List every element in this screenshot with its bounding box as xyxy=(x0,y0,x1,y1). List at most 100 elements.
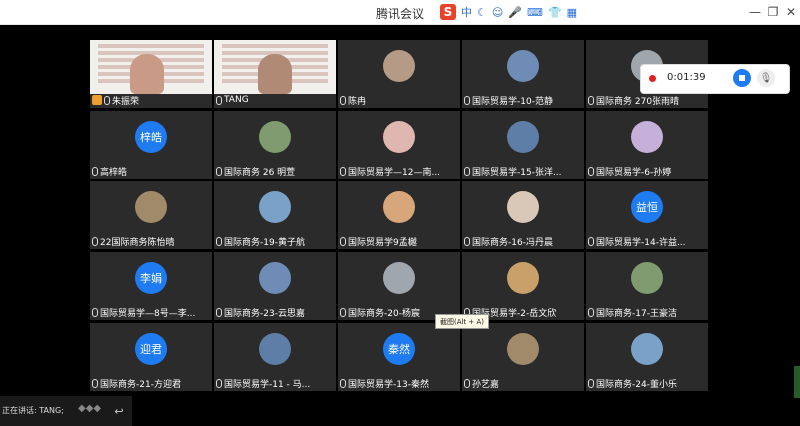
keyboard-icon[interactable]: ⌨ xyxy=(527,6,543,19)
mic-icon xyxy=(340,378,346,388)
title-bar: 腾讯会议 S 中 ☾ ☺ 🎤 ⌨ 👕 ▦ — ❐ ✕ xyxy=(0,0,800,25)
screenshot-tooltip: 截图(Alt + A) xyxy=(435,314,489,329)
avatar xyxy=(259,262,291,294)
grid-icon[interactable]: ▦ xyxy=(567,6,577,19)
participant-name-bar: 国际贸易学-10-范静 xyxy=(464,93,582,107)
participant-name: 孙艺嘉 xyxy=(472,379,500,390)
mic-icon[interactable]: 🎤 xyxy=(508,6,522,19)
participant-name: 国际商务-21-方迎君 xyxy=(100,379,181,390)
recording-time: 0:01:39 xyxy=(667,72,706,83)
minimize-button[interactable]: — xyxy=(746,3,764,21)
participant-name-bar: 国际商务-21-方迎君 xyxy=(92,376,210,390)
participant-tile[interactable]: 迎君 国际商务-21-方迎君 xyxy=(90,323,212,391)
mic-icon xyxy=(464,236,470,246)
avatar-initials: 梓皓 xyxy=(135,121,167,153)
recording-widget: 0:01:39 🎙 xyxy=(640,64,790,94)
mute-mic-button[interactable]: 🎙 xyxy=(757,69,775,87)
close-button[interactable]: ✕ xyxy=(782,3,800,21)
sogou-logo-icon[interactable]: S xyxy=(440,4,456,20)
participant-tile[interactable]: 国际贸易学-15-张洋... xyxy=(462,111,584,179)
participant-tile[interactable]: 国际商务-17-王豪洁 xyxy=(586,252,708,320)
participant-name-bar: 22国际商务陈怡晴 xyxy=(92,234,210,248)
mic-icon xyxy=(588,236,594,246)
participant-name: 高梓皓 xyxy=(100,167,128,178)
participant-name: 国际商务-24-董小乐 xyxy=(596,379,677,390)
ime-toolbar[interactable]: S 中 ☾ ☺ 🎤 ⌨ 👕 ▦ xyxy=(440,3,577,21)
participant-name: 国际商务 270张雨晴 xyxy=(596,96,680,107)
emoji-icon[interactable]: ☺ xyxy=(492,6,503,19)
participant-name-bar: 国际商务-23-云思嘉 xyxy=(216,305,334,319)
participant-name-bar: 高梓皓 xyxy=(92,164,210,178)
ime-lang[interactable]: 中 xyxy=(461,4,472,20)
participant-name-bar: 国际商务-24-董小乐 xyxy=(588,376,706,390)
moon-icon[interactable]: ☾ xyxy=(477,6,487,19)
avatar xyxy=(507,262,539,294)
participant-name-bar: 国际贸易学-6-孙婷 xyxy=(588,164,706,178)
stop-recording-button[interactable] xyxy=(733,69,751,87)
participant-name: 朱振荣 xyxy=(112,96,140,107)
participant-tile[interactable]: 国际贸易学-2-岳文欣 xyxy=(462,252,584,320)
participant-name: 国际商务-23-云思嘉 xyxy=(224,308,305,319)
back-icon[interactable]: ↩ xyxy=(110,402,128,420)
window-title: 腾讯会议 xyxy=(375,7,424,21)
avatar xyxy=(507,333,539,365)
avatar xyxy=(259,191,291,223)
participant-tile[interactable]: 朱振荣 xyxy=(90,40,212,108)
participant-name-bar: 国际贸易学—12—南... xyxy=(340,164,458,178)
participant-name-bar: 孙艺嘉 xyxy=(464,376,582,390)
avatar xyxy=(383,121,415,153)
restore-button[interactable]: ❐ xyxy=(764,3,782,21)
participant-name-bar: 国际贸易学-14-许益... xyxy=(588,234,706,248)
participant-name-bar: 朱振荣 xyxy=(92,93,210,107)
participant-tile[interactable]: 益恒 国际贸易学-14-许益... xyxy=(586,181,708,249)
mic-icon xyxy=(464,378,470,388)
participant-tile[interactable]: TANG xyxy=(214,40,336,108)
participant-tile[interactable]: 国际贸易学-10-范静 xyxy=(462,40,584,108)
mic-icon xyxy=(216,307,222,317)
participant-name: 国际商务-17-王豪洁 xyxy=(596,308,677,319)
side-handle[interactable] xyxy=(794,366,800,398)
participant-tile[interactable]: 22国际商务陈怡晴 xyxy=(90,181,212,249)
participant-tile[interactable]: 国际贸易学-11 - 马... xyxy=(214,323,336,391)
participant-tile[interactable]: 梓皓高梓皓 xyxy=(90,111,212,179)
record-dot-icon xyxy=(649,75,656,82)
mic-icon xyxy=(588,95,594,105)
participant-tile[interactable]: 国际商务-23-云思嘉 xyxy=(214,252,336,320)
participant-name-bar: 国际商务 270张雨晴 xyxy=(588,93,706,107)
participant-name: 国际贸易学-10-范静 xyxy=(472,96,553,107)
participant-tile[interactable]: 国际商务-19-黄子航 xyxy=(214,181,336,249)
avatar xyxy=(507,50,539,82)
participant-tile[interactable]: 国际贸易学—12—南... xyxy=(338,111,460,179)
participant-tile[interactable]: 国际商务-20-杨宸 xyxy=(338,252,460,320)
participant-name: 国际贸易学-14-许益... xyxy=(596,237,686,248)
mic-icon xyxy=(92,378,98,388)
participant-name: 国际商务-19-黄子航 xyxy=(224,237,305,248)
participant-tile[interactable]: 秦然 国际贸易学-13-秦然 xyxy=(338,323,460,391)
participant-tile[interactable]: 国际贸易学-6-孙婷 xyxy=(586,111,708,179)
mic-icon xyxy=(588,378,594,388)
participant-name: 22国际商务陈怡晴 xyxy=(100,237,175,248)
shirt-icon[interactable]: 👕 xyxy=(548,6,562,19)
mic-icon xyxy=(216,166,222,176)
participant-name: 国际贸易学-13-秦然 xyxy=(348,379,429,390)
participant-name-bar: 国际商务-17-王豪洁 xyxy=(588,305,706,319)
participant-tile[interactable]: 孙艺嘉 xyxy=(462,323,584,391)
participant-tile[interactable]: 李娟 国际贸易学—8号—李... xyxy=(90,252,212,320)
participant-name-bar: 国际贸易学-15-张洋... xyxy=(464,164,582,178)
participant-grid: 朱振荣 TANG 陈冉 国际贸易学-10-范静 国际商务 270张雨晴 梓皓 高梓皓 国际商务… xyxy=(90,40,710,392)
participant-tile[interactable]: 国际商务-16-冯丹晨 xyxy=(462,181,584,249)
participant-name: 国际贸易学-6-孙婷 xyxy=(596,167,672,178)
participant-name: 国际商务-16-冯丹晨 xyxy=(472,237,553,248)
mic-icon xyxy=(464,166,470,176)
speaking-wave-icon: ◆◆◆ xyxy=(78,403,102,414)
participant-tile[interactable]: 陈冉 xyxy=(338,40,460,108)
video-line xyxy=(98,44,204,48)
participant-tile[interactable]: 国际商务-24-董小乐 xyxy=(586,323,708,391)
participant-name: 国际贸易学9孟樾 xyxy=(348,237,417,248)
mic-icon xyxy=(340,307,346,317)
participant-tile[interactable]: 国际贸易学9孟樾 xyxy=(338,181,460,249)
mic-icon xyxy=(340,95,346,105)
participant-tile[interactable]: 国际商务 26 明萱 xyxy=(214,111,336,179)
mic-icon xyxy=(216,236,222,246)
participant-name-bar: 国际商务 26 明萱 xyxy=(216,164,334,178)
